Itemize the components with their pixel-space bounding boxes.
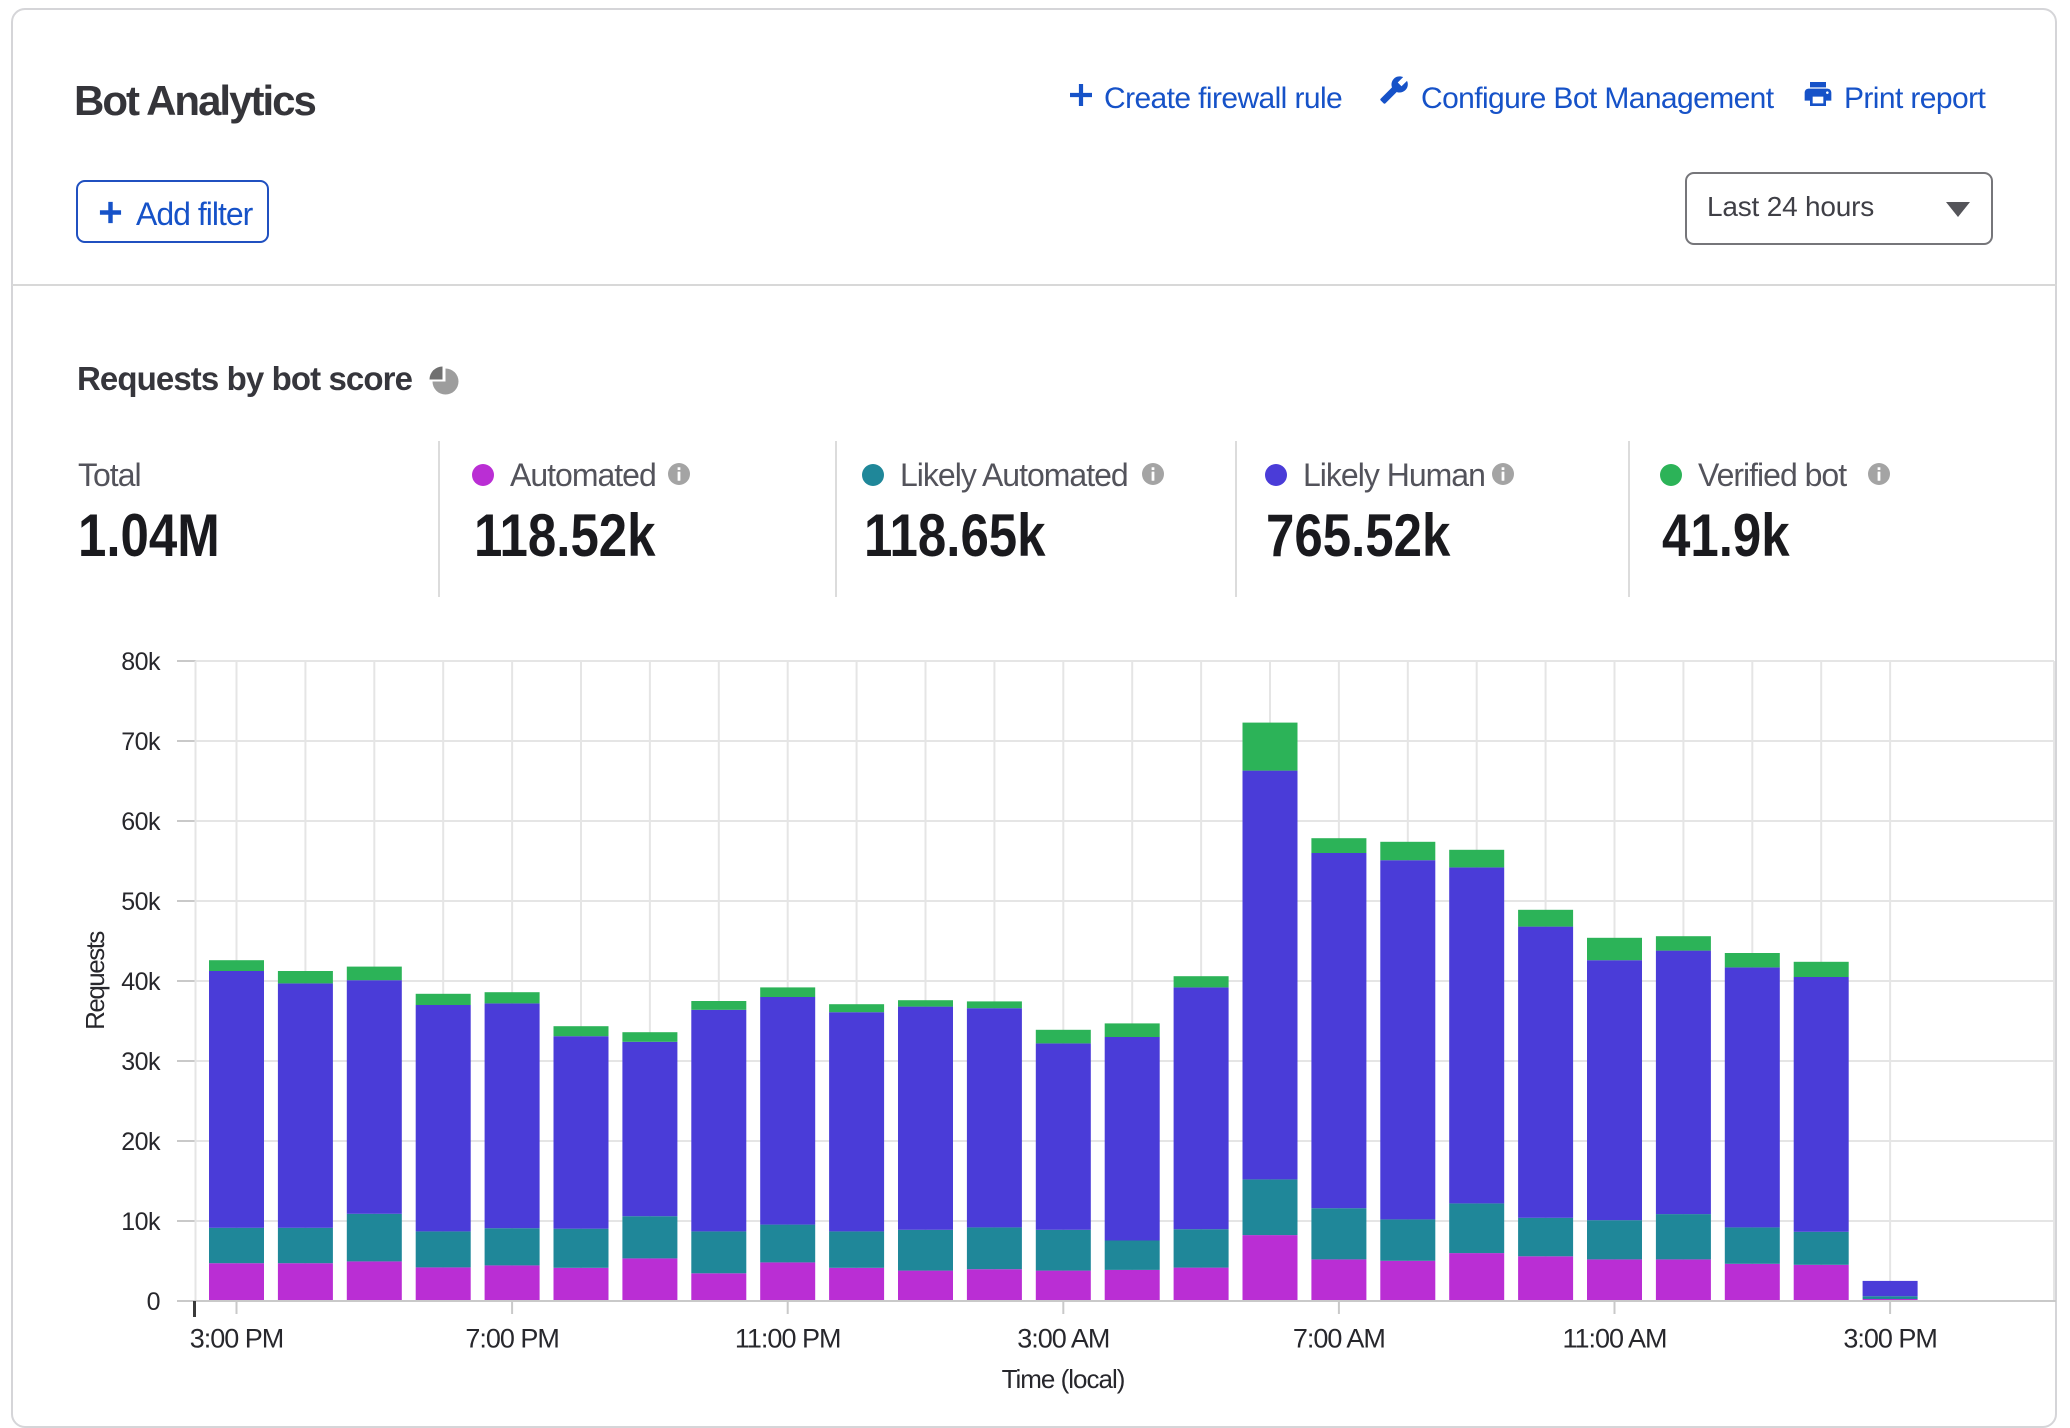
svg-text:Requests: Requests <box>80 931 110 1030</box>
svg-text:Time (local): Time (local) <box>1002 1364 1125 1394</box>
svg-text:3:00 AM: 3:00 AM <box>1017 1324 1109 1354</box>
svg-text:50k: 50k <box>121 888 161 916</box>
svg-text:80k: 80k <box>121 648 161 676</box>
svg-text:70k: 70k <box>121 728 161 756</box>
svg-text:10k: 10k <box>121 1208 161 1236</box>
svg-text:20k: 20k <box>121 1128 161 1156</box>
svg-text:3:00 PM: 3:00 PM <box>190 1324 284 1354</box>
svg-text:7:00 PM: 7:00 PM <box>465 1324 559 1354</box>
svg-text:3:00 PM: 3:00 PM <box>1843 1324 1937 1354</box>
svg-text:0: 0 <box>147 1288 160 1316</box>
svg-text:40k: 40k <box>121 968 161 996</box>
svg-text:7:00 AM: 7:00 AM <box>1293 1324 1385 1354</box>
svg-text:11:00 PM: 11:00 PM <box>735 1324 841 1354</box>
svg-text:30k: 30k <box>121 1048 161 1076</box>
svg-text:11:00 AM: 11:00 AM <box>1562 1324 1666 1354</box>
svg-text:60k: 60k <box>121 808 161 836</box>
